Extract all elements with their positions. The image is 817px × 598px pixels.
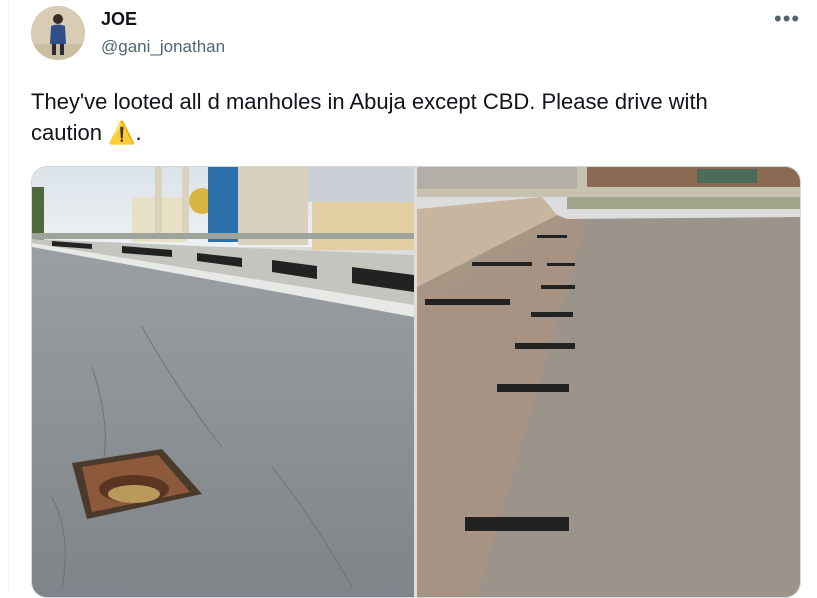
timeline-divider [8, 0, 9, 590]
warning-icon: ⚠️ [108, 121, 136, 146]
tweet-text: They've looted all d manholes in Abuja e… [31, 86, 781, 149]
avatar[interactable] [31, 6, 85, 60]
media-grid [31, 166, 801, 598]
tweet-text-end: . [135, 120, 142, 145]
photo-road-manhole[interactable] [32, 167, 414, 597]
display-name[interactable]: JOE [101, 9, 137, 30]
photo-bridge-drain-openings[interactable] [417, 167, 800, 597]
user-handle[interactable]: @gani_jonathan [101, 37, 225, 57]
more-options-icon[interactable]: ••• [774, 6, 800, 32]
